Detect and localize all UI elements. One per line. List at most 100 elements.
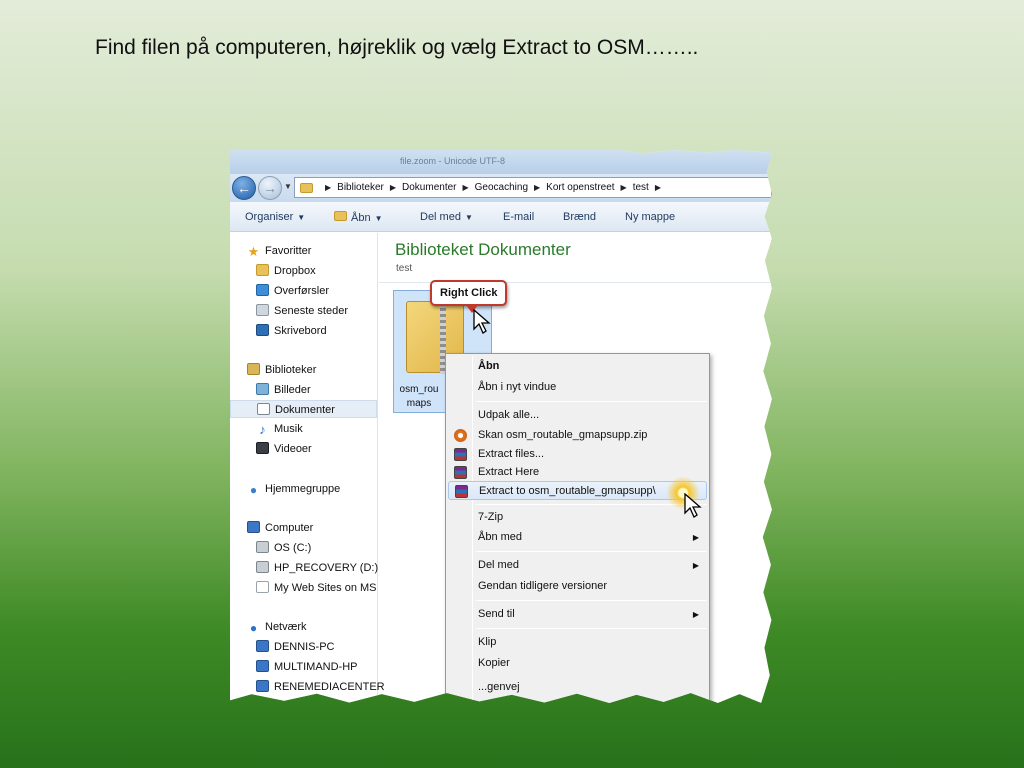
nav-recent[interactable]: Seneste steder [256,302,348,320]
nav-pc-1[interactable]: DENNIS-PC [256,638,335,656]
chevron-down-icon: ▼ [464,213,473,222]
nav-label: HP_RECOVERY (D:) [274,562,379,574]
share-button[interactable]: Del med ▼ [420,211,473,223]
titlebar-text: file.zoom - Unicode UTF-8 [400,156,506,166]
organize-button[interactable]: Organiser ▼ [245,211,305,223]
burn-button[interactable]: Brænd [563,211,596,223]
address-bar[interactable]: ▶ Biblioteker ▶ Dokumenter ▶ Geocaching … [294,177,772,198]
menu-item-extract-files[interactable]: Extract files... [448,445,707,464]
menu-item-send-to[interactable]: Send til ▶ [448,605,707,624]
computer-icon [256,680,269,692]
chevron-right-icon: ▶ [462,183,469,192]
menu-item-extract-all[interactable]: Udpak alle... [448,406,707,425]
menu-item-open-with[interactable]: Åbn med ▶ [448,528,707,547]
nav-pc-2[interactable]: MULTIMAND-HP [256,658,358,676]
menu-separator [476,600,707,601]
star-icon: ★ [247,244,260,259]
menu-item-open-new-window[interactable]: Åbn i nyt vindue [448,378,707,397]
menu-item-restore-versions[interactable]: Gendan tidligere versioner [448,577,707,596]
breadcrumb-item[interactable]: Biblioteker [337,182,384,193]
nav-pc-3[interactable]: RENEMEDIACENTER [256,678,385,696]
nav-label: Seneste steder [274,305,348,317]
folder-icon [300,182,313,193]
nav-label: OS (C:) [274,542,312,554]
menu-item-label: Extract to osm_routable_gmapsupp\ [479,485,656,497]
nav-computer[interactable]: Computer [247,519,313,537]
nav-label: DENNIS-PC [274,641,335,653]
nav-downloads[interactable]: Overførsler [256,282,329,300]
nav-desktop[interactable]: Skrivebord [256,322,327,340]
right-click-callout: Right Click [430,280,508,313]
explorer-screenshot: file.zoom - Unicode UTF-8 ← → ▼ ▶ Biblio… [230,150,772,703]
address-row: ← → ▼ ▶ Biblioteker ▶ Dokumenter ▶ Geoca… [230,174,772,202]
chevron-right-icon: ▶ [692,610,699,619]
menu-item-label: Extract files... [478,448,545,460]
menu-item-scan[interactable]: Skan osm_routable_gmapsupp.zip [448,426,707,445]
nav-documents[interactable]: Dokumenter [230,400,377,418]
antivirus-icon [454,429,467,442]
winrar-icon [454,466,467,479]
nav-label: Skrivebord [274,325,327,337]
chevron-right-icon: ▶ [654,183,661,192]
menu-separator [476,401,707,402]
forward-button[interactable]: → [258,176,282,200]
network-icon: ● [249,621,258,635]
computer-icon [256,660,269,672]
nav-drive-d[interactable]: HP_RECOVERY (D:) [256,559,378,577]
arrow-right-icon: → [263,180,277,196]
computer-icon [256,640,269,652]
chevron-down-icon[interactable]: ▼ [284,182,292,191]
menu-item-partial[interactable]: ...genvej [448,678,707,697]
new-folder-button[interactable]: Ny mappe [625,211,675,223]
nav-homegroup[interactable]: ● Hjemmegruppe [247,480,340,498]
nav-pictures[interactable]: Billeder [256,381,311,399]
organize-label: Organiser [245,211,294,223]
nav-label: Overførsler [274,285,329,297]
nav-music[interactable]: ♪ Musik [256,420,302,438]
open-button[interactable]: Åbn ▼ [334,211,383,224]
nav-label: Hjemmegruppe [265,483,341,495]
computer-icon [247,521,260,533]
menu-item-label: Del med [478,559,519,571]
library-subtitle: test [396,263,413,274]
nav-label: Netværk [265,621,307,633]
folder-icon [334,211,347,221]
music-note-icon: ♪ [259,422,266,437]
nav-network[interactable]: ● Netværk [247,618,307,636]
homegroup-icon: ● [249,483,258,497]
chevron-right-icon: ▶ [692,533,699,542]
menu-item-cut[interactable]: Klip [448,633,707,652]
nav-videos[interactable]: Videoer [256,440,312,458]
nav-label: Biblioteker [265,364,317,376]
nav-drive-c[interactable]: OS (C:) [256,539,311,557]
menu-item-copy[interactable]: Kopier [448,654,707,673]
slide-title: Find filen på computeren, højreklik og v… [95,36,699,59]
mouse-cursor-icon [684,493,702,518]
desktop-icon [256,324,269,336]
file-name-line: osm_rou [399,384,439,395]
breadcrumb-item[interactable]: test [633,182,649,193]
menu-item-7zip[interactable]: 7-Zip [448,508,707,527]
menu-item-label: Send til [478,608,515,620]
nav-label: Videoer [274,443,312,455]
nav-libraries[interactable]: Biblioteker [247,361,316,379]
menu-separator [476,551,707,552]
web-sites-icon [256,581,269,593]
breadcrumb-item[interactable]: Dokumenter [402,182,456,193]
menu-item-share-with[interactable]: Del med ▶ [448,556,707,575]
breadcrumb-item[interactable]: Kort openstreet [546,182,614,193]
download-folder-icon [256,284,269,296]
nav-favorites[interactable]: ★ Favoritter [247,242,312,260]
chevron-right-icon: ▶ [534,183,541,192]
menu-item-open[interactable]: Åbn [448,357,707,376]
nav-web-sites[interactable]: My Web Sites on MS [256,579,377,597]
nav-label: My Web Sites on MS [274,582,377,594]
nav-dropbox[interactable]: Dropbox [256,262,316,280]
breadcrumb-item[interactable]: Geocaching [475,182,528,193]
chevron-right-icon: ▶ [325,183,332,192]
email-button[interactable]: E-mail [503,211,534,223]
share-label: Del med [420,211,461,223]
back-button[interactable]: ← [232,176,256,200]
chevron-right-icon: ▶ [389,183,397,192]
file-name: osm_rou maps [394,383,444,411]
